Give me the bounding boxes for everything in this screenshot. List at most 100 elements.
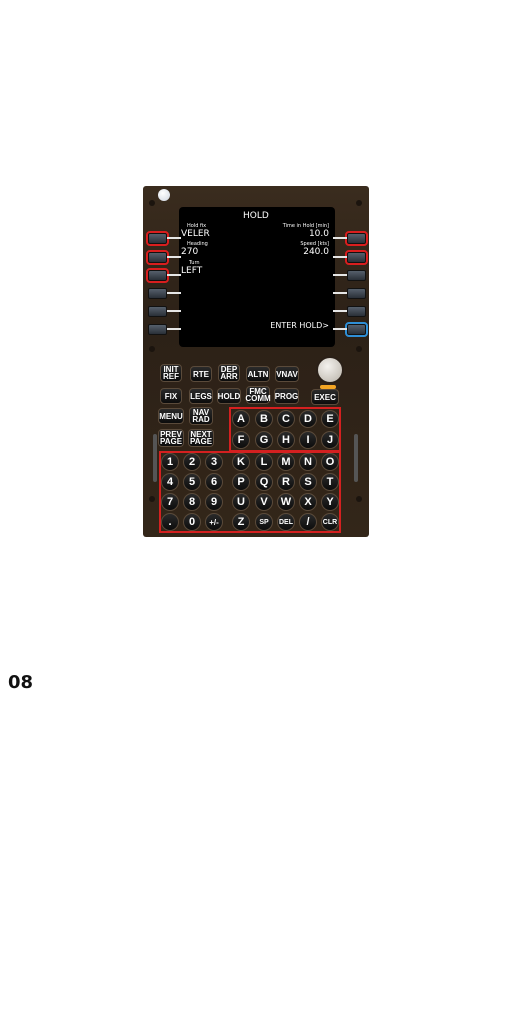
key-decimal[interactable]: . (161, 513, 179, 531)
fix-key[interactable]: FIX (160, 388, 182, 404)
screw (356, 496, 362, 502)
speed-value: 240.0 (303, 247, 329, 257)
lsk-tick (333, 310, 347, 312)
key-q[interactable]: Q (255, 473, 273, 491)
key-clear[interactable]: CLR (321, 513, 339, 531)
key-7[interactable]: 7 (161, 493, 179, 511)
key-u[interactable]: U (232, 493, 250, 511)
rte-key[interactable]: RTE (190, 366, 212, 382)
lsk-tick (167, 237, 181, 239)
lsk-tick (333, 256, 347, 258)
key-5[interactable]: 5 (183, 473, 201, 491)
key-g[interactable]: G (255, 431, 273, 449)
dep-arr-key[interactable]: DEP ARR (218, 364, 240, 382)
lsk-tick (333, 328, 347, 330)
lsk-tick (167, 310, 181, 312)
lsk-tick (333, 292, 347, 294)
display-brightness-dial[interactable] (316, 356, 344, 384)
legs-key[interactable]: LEGS (189, 388, 213, 404)
screw (149, 200, 155, 206)
lsk-6l[interactable] (148, 324, 167, 335)
key-1[interactable]: 1 (161, 453, 179, 471)
key-m[interactable]: M (277, 453, 295, 471)
nav-rad-key[interactable]: NAV RAD (189, 407, 213, 425)
lsk-2r[interactable] (345, 250, 368, 265)
key-z[interactable]: Z (232, 513, 250, 531)
key-8[interactable]: 8 (183, 493, 201, 511)
hold-fix-value: VELER (181, 229, 210, 239)
key-e[interactable]: E (321, 410, 339, 428)
fmc-panel: HOLD Hold fix VELER Heading 270 Turn LEF… (143, 186, 369, 537)
key-l[interactable]: L (255, 453, 273, 471)
enter-hold-prompt: ENTER HOLD> (270, 321, 329, 330)
key-s[interactable]: S (299, 473, 317, 491)
cdu-display: HOLD Hold fix VELER Heading 270 Turn LEF… (179, 207, 335, 347)
lsk-6r[interactable] (345, 322, 368, 337)
key-4[interactable]: 4 (161, 473, 179, 491)
key-i[interactable]: I (299, 431, 317, 449)
key-p[interactable]: P (232, 473, 250, 491)
key-space[interactable]: SP (255, 513, 273, 531)
prog-key[interactable]: PROG (274, 388, 299, 404)
prev-page-key[interactable]: PREV PAGE (158, 429, 184, 447)
key-slash[interactable]: / (299, 513, 317, 531)
lsk-tick (167, 328, 181, 330)
lsk-3l[interactable] (146, 268, 169, 283)
exec-key[interactable]: EXEC (311, 389, 339, 405)
key-b[interactable]: B (255, 410, 273, 428)
lsk-3r[interactable] (347, 270, 366, 281)
key-6[interactable]: 6 (205, 473, 223, 491)
next-page-key[interactable]: NEXT PAGE (188, 429, 214, 447)
page-title: HOLD (243, 211, 269, 221)
key-2[interactable]: 2 (183, 453, 201, 471)
altn-key[interactable]: ALTN (246, 366, 270, 382)
side-rail (153, 434, 157, 482)
key-d[interactable]: D (299, 410, 317, 428)
key-delete[interactable]: DEL (277, 513, 295, 531)
key-x[interactable]: X (299, 493, 317, 511)
key-o[interactable]: O (321, 453, 339, 471)
lsk-4r[interactable] (347, 288, 366, 299)
page-number: 08 (8, 672, 34, 693)
hold-key[interactable]: HOLD (217, 388, 241, 404)
key-f[interactable]: F (232, 431, 250, 449)
key-plus-minus[interactable]: +/- (205, 513, 223, 531)
lsk-5l[interactable] (148, 306, 167, 317)
key-a[interactable]: A (232, 410, 250, 428)
screw (149, 496, 155, 502)
lsk-tick (333, 237, 347, 239)
lsk-tick (167, 256, 181, 258)
lsk-1r[interactable] (345, 231, 368, 246)
lsk-tick (333, 274, 347, 276)
menu-key[interactable]: MENU (158, 408, 184, 424)
key-v[interactable]: V (255, 493, 273, 511)
side-rail (354, 434, 358, 482)
lsk-1l[interactable] (146, 231, 169, 246)
screw (356, 200, 362, 206)
key-r[interactable]: R (277, 473, 295, 491)
brightness-knob[interactable] (158, 189, 170, 201)
lsk-4l[interactable] (148, 288, 167, 299)
screw (356, 346, 362, 352)
lsk-tick (167, 274, 181, 276)
key-h[interactable]: H (277, 431, 295, 449)
key-9[interactable]: 9 (205, 493, 223, 511)
time-in-hold-value: 10.0 (308, 229, 329, 239)
key-c[interactable]: C (277, 410, 295, 428)
screw (149, 346, 155, 352)
lsk-5r[interactable] (347, 306, 366, 317)
key-j[interactable]: J (321, 431, 339, 449)
key-n[interactable]: N (299, 453, 317, 471)
init-ref-key[interactable]: INIT REF (160, 364, 182, 382)
vnav-key[interactable]: VNAV (275, 366, 299, 382)
lsk-tick (167, 292, 181, 294)
key-0[interactable]: 0 (183, 513, 201, 531)
key-w[interactable]: W (277, 493, 295, 511)
fmc-comm-key[interactable]: FMC COMM (245, 386, 271, 404)
key-3[interactable]: 3 (205, 453, 223, 471)
key-y[interactable]: Y (321, 493, 339, 511)
lsk-2l[interactable] (146, 250, 169, 265)
key-t[interactable]: T (321, 473, 339, 491)
turn-value: LEFT (181, 266, 203, 276)
key-k[interactable]: K (232, 453, 250, 471)
